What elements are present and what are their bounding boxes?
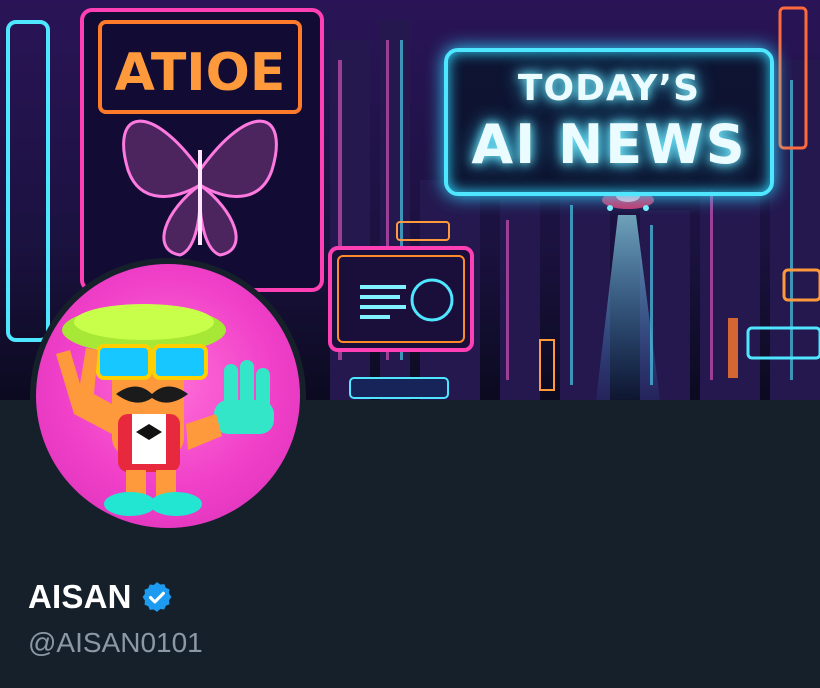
- profile-name-row: AISAN: [28, 578, 174, 616]
- profile-avatar[interactable]: [30, 258, 306, 534]
- svg-text:ATIOE: ATIOE: [115, 43, 286, 103]
- profile-handle: @AISAN0101: [28, 627, 203, 658]
- sign-headline-top: TODAY’S: [517, 68, 701, 109]
- avatar-image: [36, 264, 300, 528]
- mascot-character-icon: [56, 304, 274, 516]
- ai-news-sign: TODAY’S AI NEWS: [444, 48, 774, 196]
- display-name: AISAN: [28, 578, 132, 615]
- verified-badge-icon[interactable]: [140, 580, 174, 614]
- sign-headline-main: AI NEWS: [471, 113, 747, 176]
